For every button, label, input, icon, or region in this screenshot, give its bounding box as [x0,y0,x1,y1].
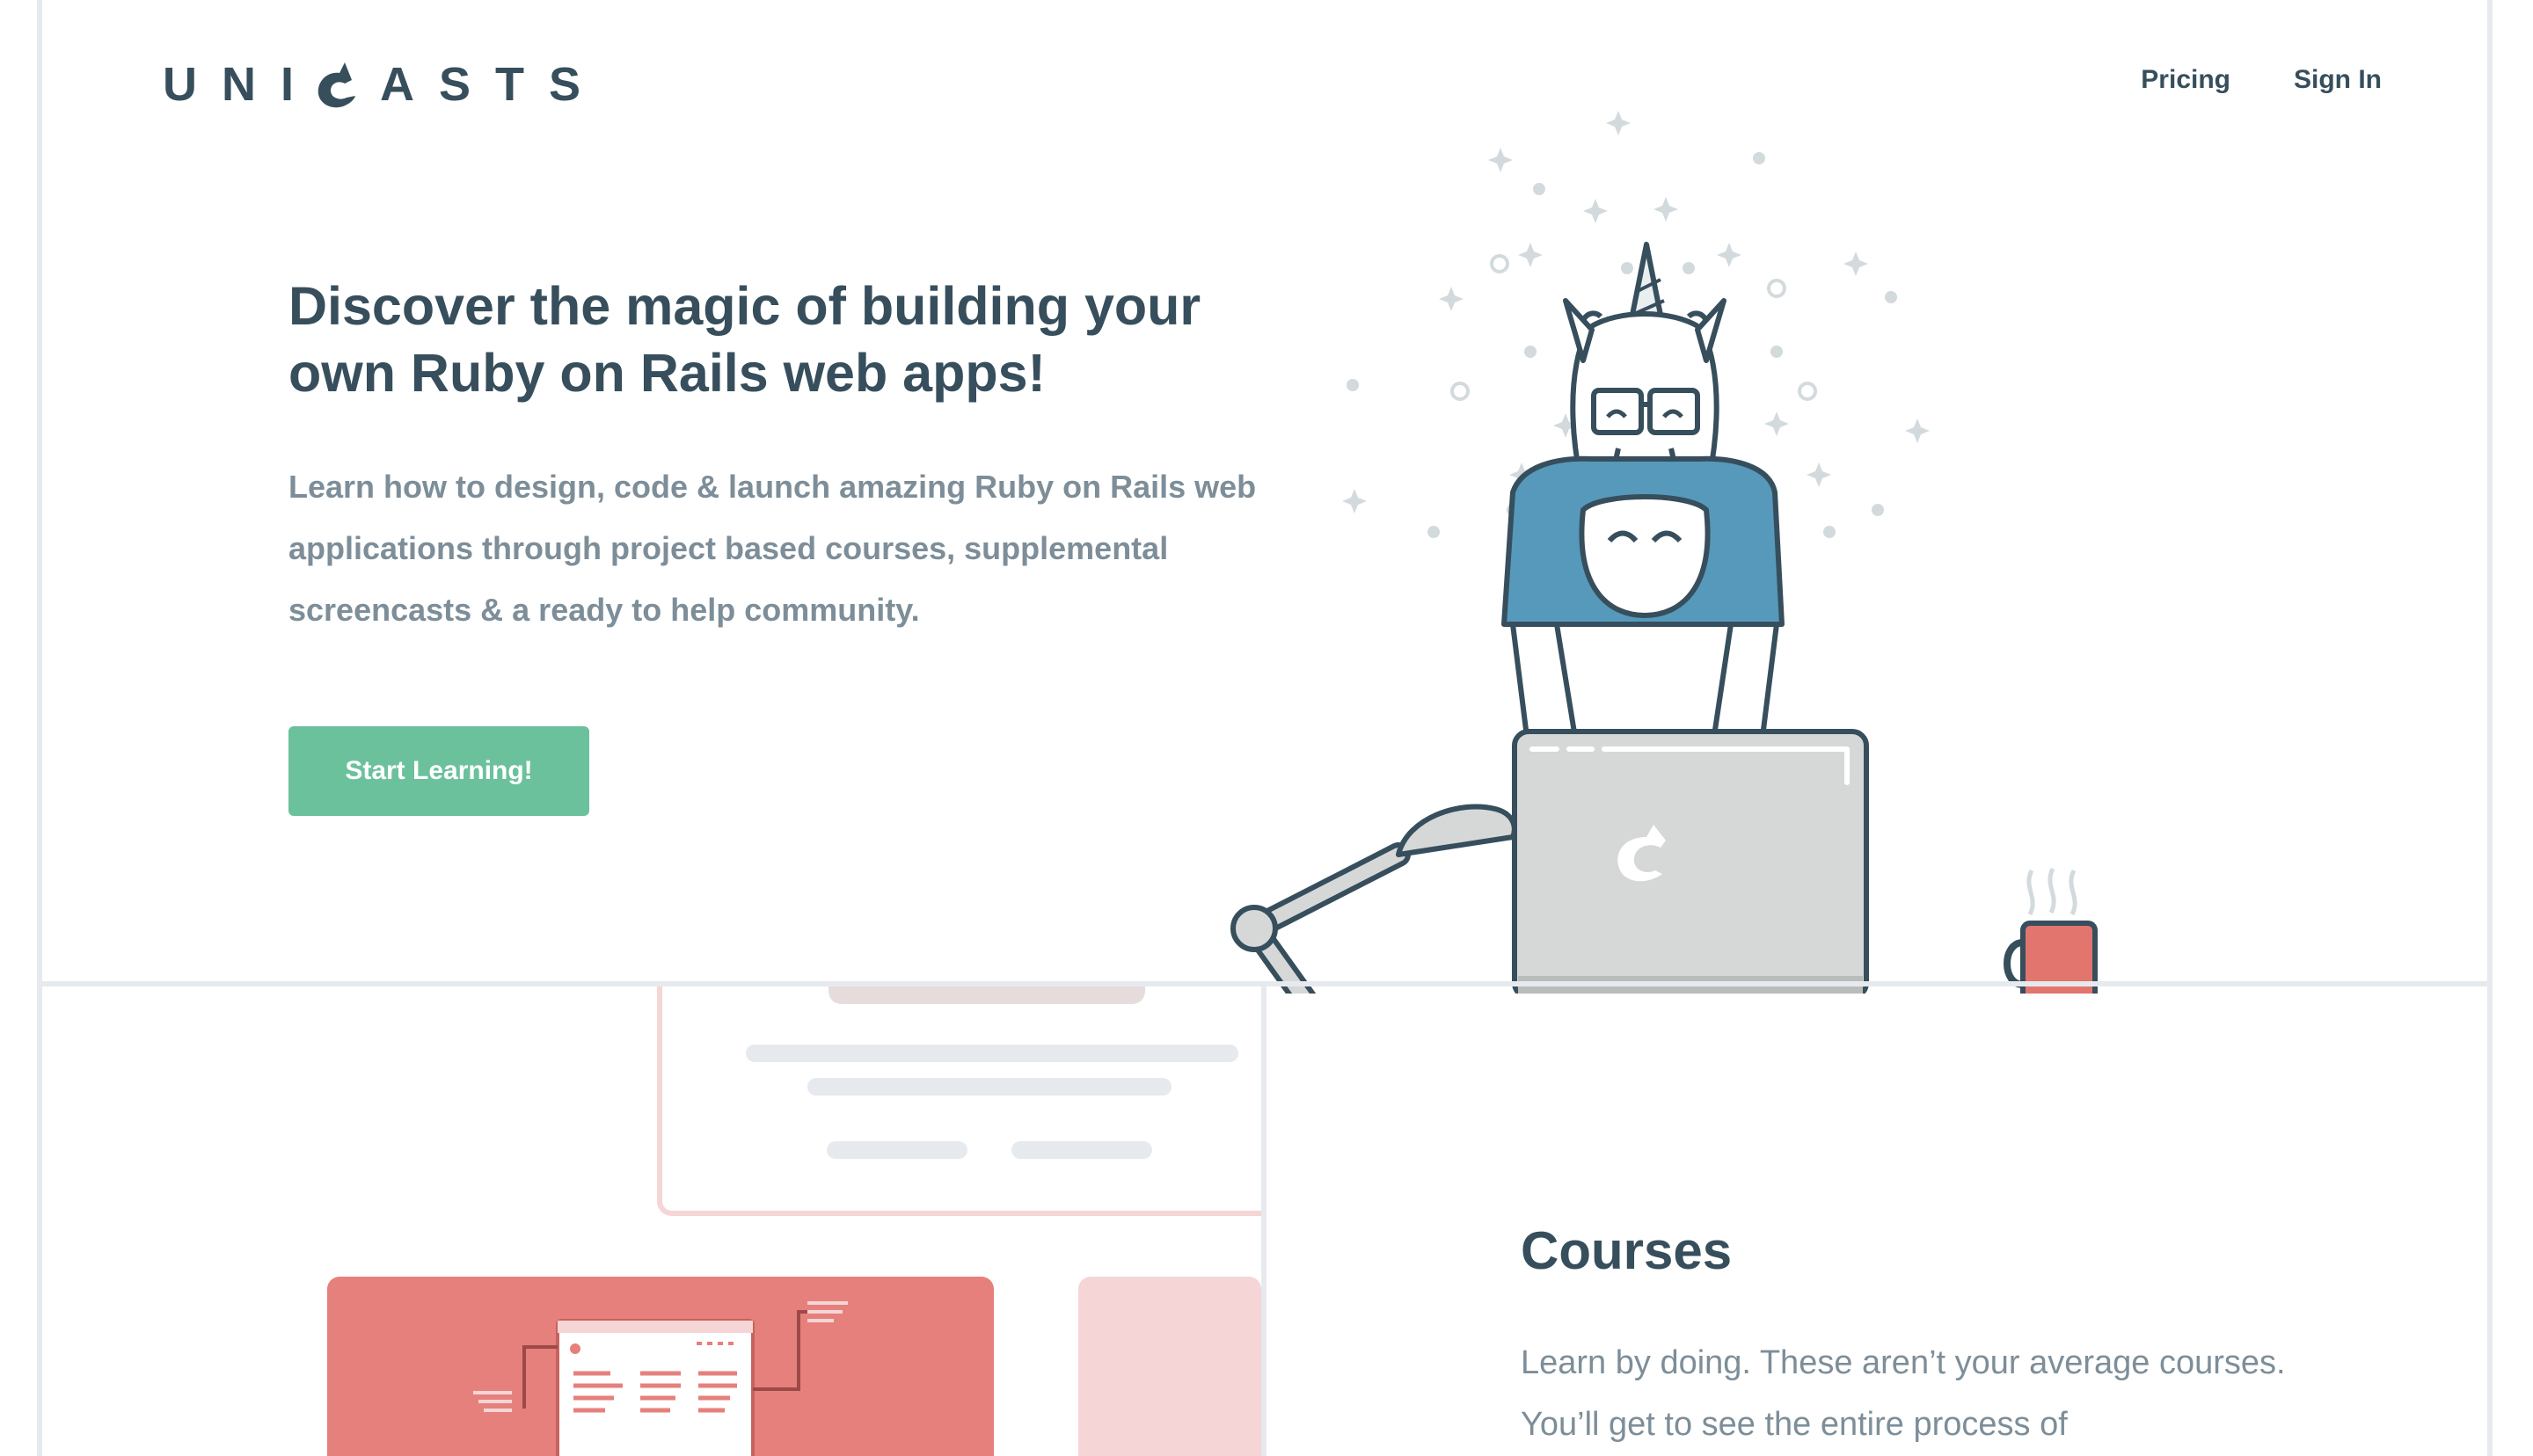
laptop [1512,729,1869,994]
uniscasts-logo[interactable]: UNI ASTS [163,58,605,111]
column-divider [1261,986,1266,1456]
unicorn-snout [1579,494,1711,619]
nav-pricing-link[interactable]: Pricing [2141,65,2230,95]
nav-signin-link[interactable]: Sign In [2294,65,2382,95]
desk-lamp [1230,804,1517,994]
preview-card-outline [657,986,1261,1216]
courses-description: Learn by doing. These aren’t your averag… [1521,1344,2286,1443]
start-learning-button[interactable]: Start Learning! [288,726,589,816]
course-card-red [327,1277,994,1456]
coffee-mug [2004,867,2098,994]
top-nav: Pricing Sign In [2141,65,2382,95]
logo-text-right: ASTS [380,58,606,111]
unicorn-desk-illustration [1230,111,2098,994]
courses-heading: Courses [1521,1221,1733,1280]
unicorn-c-icon [318,62,355,108]
courses-preview-illustration [327,986,1261,1456]
logo-text-left: UNI [163,58,318,111]
course-card-pink [1078,1277,1261,1456]
